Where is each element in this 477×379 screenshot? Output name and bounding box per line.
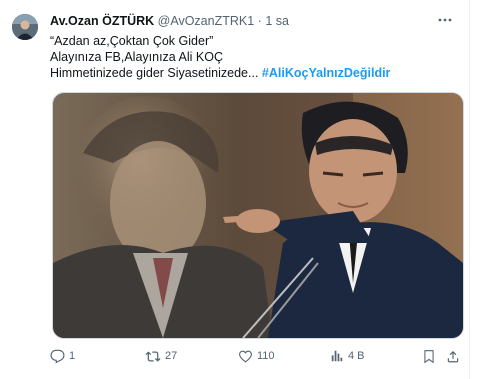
tweet-text-line: Alayınıza FB,Alayınıza Ali KOÇ: [50, 50, 223, 64]
tweet-text: “Azdan az,Çoktan Çok Gider” Alayınıza FB…: [50, 33, 460, 81]
tweet-timestamp[interactable]: 1 sa: [265, 14, 289, 28]
tweet-header: Av.Ozan ÖZTÜRK @AvOzanZTRK1 · 1 sa: [50, 14, 289, 28]
like-count: 110: [257, 350, 275, 362]
tweet-text-segment: Himmetinizede gider Siyasetinizede...: [50, 66, 259, 80]
hashtag-link[interactable]: #AliKoçYalnızDeğildir: [262, 66, 391, 80]
retweet-icon: [145, 349, 161, 364]
heart-icon: [238, 349, 253, 364]
views-button[interactable]: 4 B: [330, 346, 365, 366]
tweet-text-line: Himmetinizede gider Siyasetinizede... #A…: [50, 65, 460, 81]
avatar[interactable]: [12, 14, 38, 40]
retweet-count: 27: [165, 350, 178, 362]
more-dots-icon[interactable]: [437, 12, 453, 28]
share-button[interactable]: [446, 346, 460, 366]
reply-button[interactable]: 1: [50, 346, 75, 366]
separator-dot: ·: [257, 14, 262, 28]
views-count: 4 B: [348, 350, 365, 362]
share-icon: [446, 349, 460, 364]
reply-count: 1: [69, 350, 76, 362]
tweet-actions: 1 27 110 4 B: [50, 346, 462, 366]
tweet-photo[interactable]: [52, 92, 464, 339]
author-name[interactable]: Av.Ozan ÖZTÜRK: [50, 14, 154, 28]
reply-icon: [50, 349, 65, 364]
author-handle[interactable]: @AvOzanZTRK1: [158, 14, 255, 28]
bookmark-button[interactable]: [422, 346, 436, 366]
tweet-card[interactable]: Av.Ozan ÖZTÜRK @AvOzanZTRK1 · 1 sa “Azda…: [0, 0, 470, 379]
views-chart-icon: [330, 349, 344, 363]
bookmark-icon: [422, 349, 436, 364]
retweet-button[interactable]: 27: [145, 346, 177, 366]
tweet-text-line: “Azdan az,Çoktan Çok Gider”: [50, 34, 214, 48]
like-button[interactable]: 110: [238, 346, 275, 366]
